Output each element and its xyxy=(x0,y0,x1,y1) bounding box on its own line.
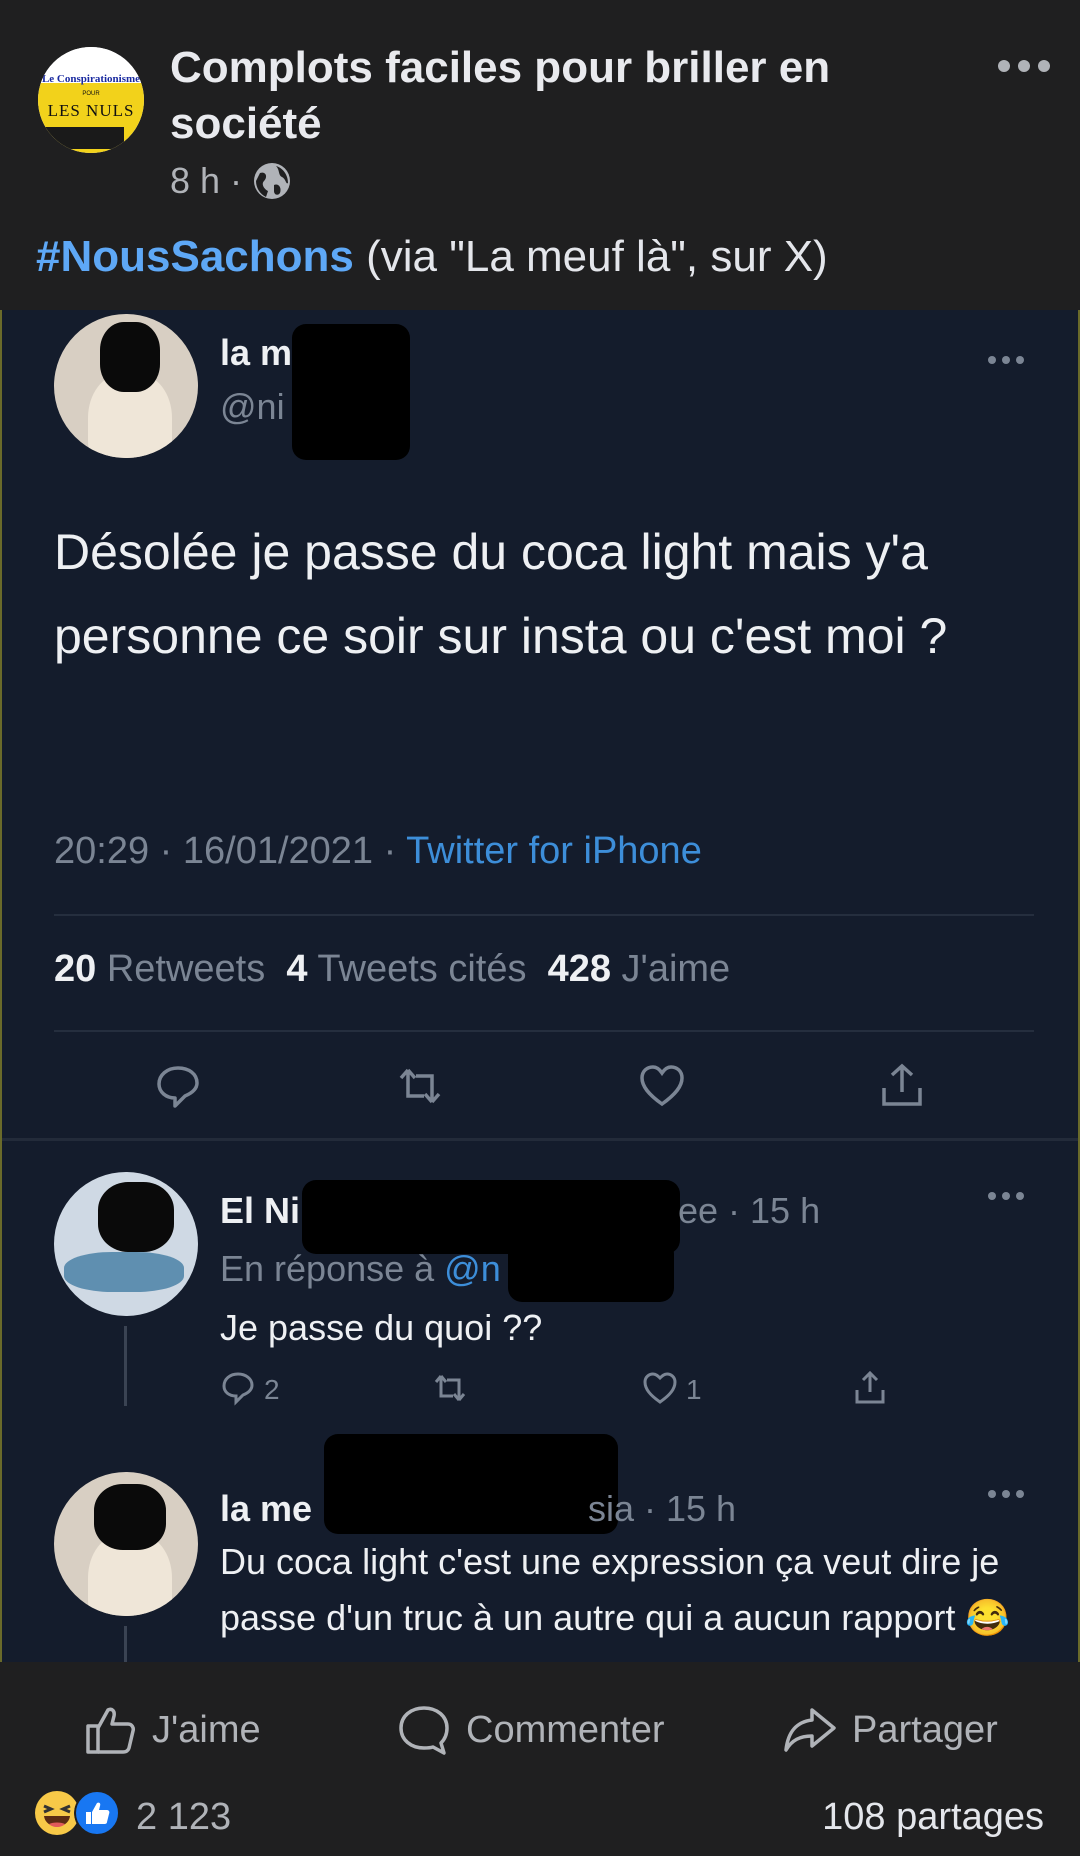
likes-label: J'aime xyxy=(611,948,731,990)
like-reaction-icon[interactable] xyxy=(74,1790,120,1836)
reply-icon xyxy=(157,1066,199,1108)
shared-image[interactable]: la m @ni Désolée je passe du coca light … xyxy=(0,310,1080,1662)
tweet-meta: 20:29 · 16/01/2021 · Twitter for iPhone xyxy=(54,830,702,873)
likes-count: 428 xyxy=(547,948,611,990)
avatar-strip xyxy=(44,127,124,149)
globe-icon xyxy=(254,163,291,199)
reply-to-mention: @n xyxy=(444,1248,501,1289)
reply-time: sia · 15 h xyxy=(588,1488,737,1529)
thread-line xyxy=(124,1626,127,1662)
tweet-author-name: la m xyxy=(220,332,293,373)
post-action-bar: J'aime Commenter Partager xyxy=(0,1662,1080,1790)
thumbs-up-icon xyxy=(86,1707,135,1754)
redaction-block xyxy=(508,1240,674,1302)
tweet-timestamp: 20:29 · 16/01/2021 · xyxy=(54,830,407,872)
reply-more-icon xyxy=(988,1192,1024,1200)
retweets-label: Retweets xyxy=(96,948,266,990)
reply-more-icon xyxy=(988,1490,1024,1498)
redaction-block xyxy=(324,1434,618,1534)
divider xyxy=(54,914,1034,916)
tweet-source: Twitter for iPhone xyxy=(406,830,702,872)
divider xyxy=(54,1030,1034,1032)
reply-count: 2 xyxy=(264,1374,280,1405)
avatar-nuls: LES NULS xyxy=(47,101,135,120)
tweet-text: Désolée je passe du coca light mais y'a … xyxy=(54,524,948,664)
like-icon xyxy=(643,1372,677,1404)
like-label: J'aime xyxy=(152,1708,261,1751)
post-time[interactable]: 8 h · xyxy=(170,160,242,202)
tweet-separator xyxy=(2,1138,1078,1141)
reply-text: Je passe du quoi ?? xyxy=(220,1307,543,1348)
avatar-title: Le Conspirationisme xyxy=(41,73,141,85)
tweet-avatar xyxy=(54,314,198,458)
avatar-blur xyxy=(98,1182,174,1252)
post-meta: 8 h · xyxy=(170,160,292,202)
post-header: Le Conspirationisme POUR LES NULS Complo… xyxy=(0,0,1080,310)
page-name[interactable]: Complots faciles pour briller en société xyxy=(170,40,890,152)
retweets-count: 20 xyxy=(54,948,97,990)
avatar-body xyxy=(64,1252,184,1292)
reply-icon xyxy=(222,1372,254,1406)
like-button[interactable]: J'aime xyxy=(82,1706,261,1754)
hashtag-link[interactable]: #NousSachons xyxy=(36,232,354,281)
quotes-count: 4 xyxy=(286,948,308,990)
comment-label: Commenter xyxy=(466,1708,665,1751)
avatar-pour: POUR xyxy=(82,91,100,97)
reply-avatar xyxy=(54,1472,198,1616)
reply-text: Du coca light c'est une expression ça ve… xyxy=(220,1541,1011,1638)
comment-icon xyxy=(399,1706,449,1755)
shares-count[interactable]: 108 partages xyxy=(822,1796,1044,1839)
tweet-stats: 20 Retweets 4 Tweets cités 428 J'aime xyxy=(54,948,730,991)
quotes-label: Tweets cités xyxy=(307,948,527,990)
tweet-author-handle: @ni xyxy=(220,386,285,427)
share-icon xyxy=(882,1063,922,1106)
comment-button[interactable]: Commenter xyxy=(396,1706,665,1755)
thread-line xyxy=(124,1326,127,1406)
share-arrow-icon xyxy=(784,1708,836,1752)
post-footer: 2 123 108 partages xyxy=(0,1790,1080,1856)
more-options-icon[interactable] xyxy=(996,56,1052,76)
post-text-rest: (via "La meuf là", sur X) xyxy=(353,232,828,281)
share-button[interactable]: Partager xyxy=(782,1706,998,1754)
redaction-block xyxy=(292,324,410,460)
reply-time: ee · 15 h xyxy=(678,1190,821,1231)
retweet-icon xyxy=(434,1375,466,1401)
share-label: Partager xyxy=(852,1708,998,1751)
avatar-blur xyxy=(100,322,160,392)
reply-to-label: En réponse à xyxy=(220,1248,445,1289)
tweet-more-icon xyxy=(988,356,1024,364)
share-icon xyxy=(855,1370,885,1404)
retweet-icon xyxy=(399,1068,441,1104)
page-avatar[interactable]: Le Conspirationisme POUR LES NULS xyxy=(38,47,144,153)
reply-author-name: la me xyxy=(220,1488,313,1529)
like-icon xyxy=(640,1065,684,1107)
post-text: #NousSachons (via "La meuf là", sur X) xyxy=(36,232,828,282)
avatar-blur xyxy=(94,1484,166,1550)
like-count: 1 xyxy=(686,1374,702,1405)
reactions-count[interactable]: 2 123 xyxy=(136,1796,231,1839)
reply-avatar xyxy=(54,1172,198,1316)
